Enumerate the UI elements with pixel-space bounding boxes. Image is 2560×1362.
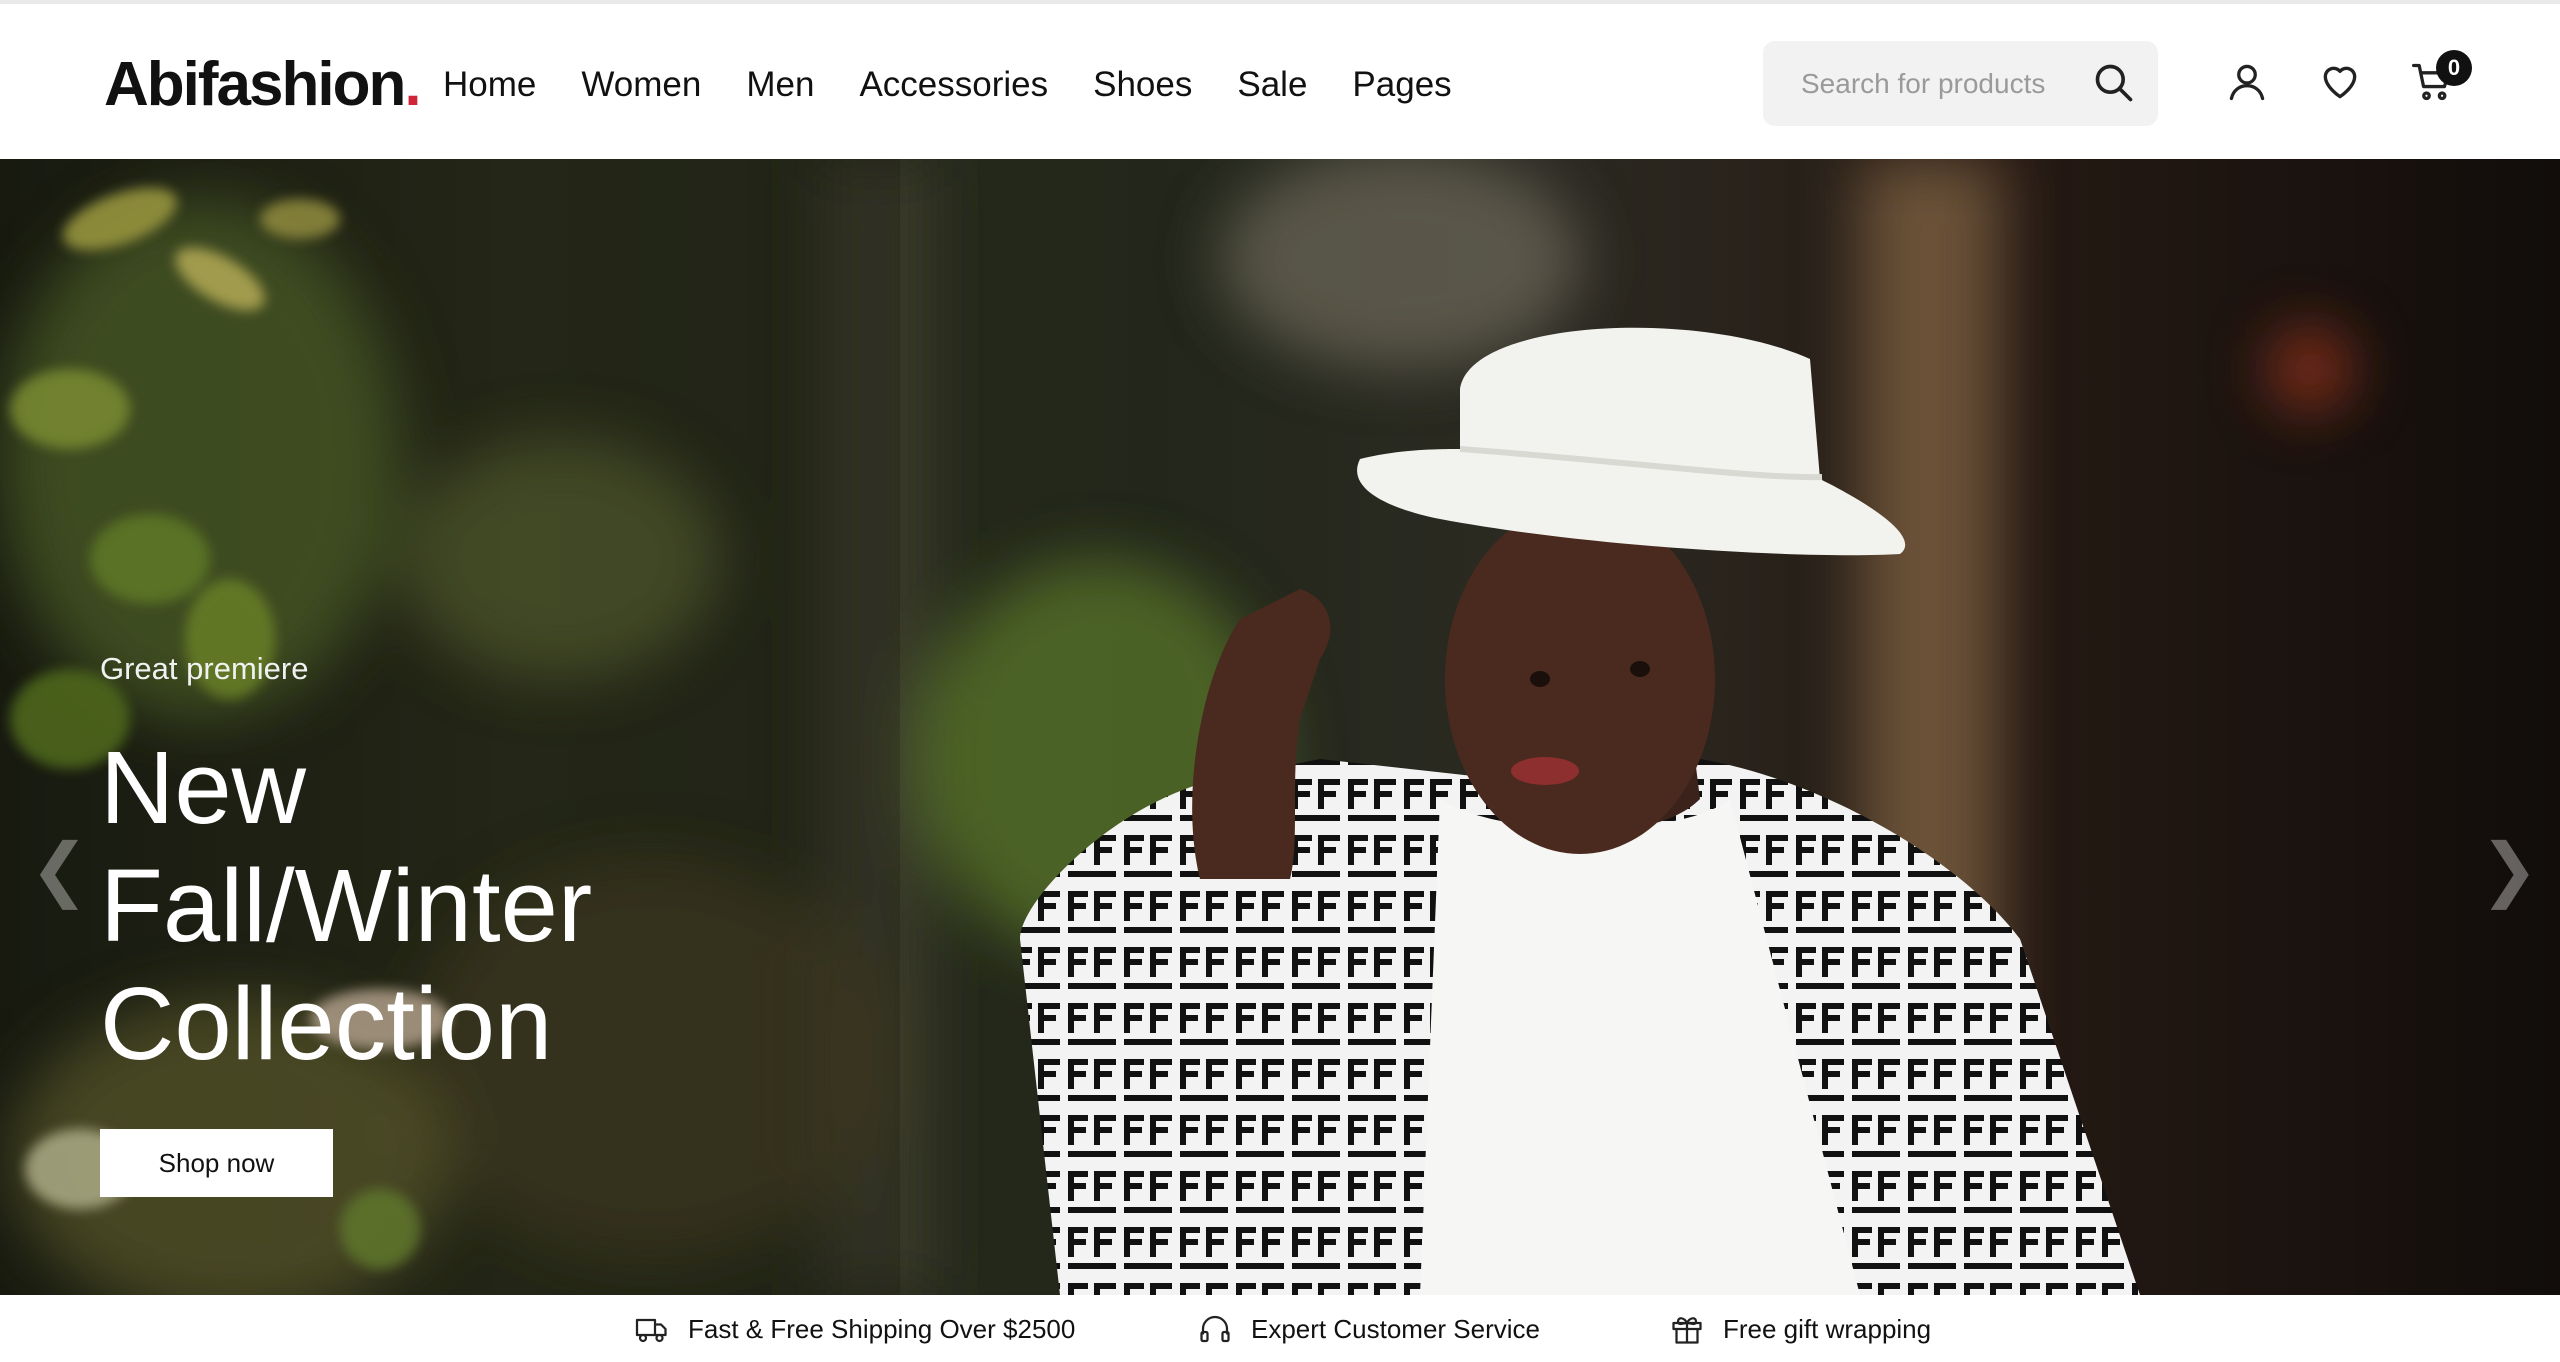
nav-men[interactable]: Men	[746, 60, 814, 110]
shop-now-button[interactable]: Shop now	[100, 1129, 333, 1197]
search-box	[1763, 41, 2158, 126]
nav-sale[interactable]: Sale	[1237, 60, 1307, 110]
hero-text: Great premiere New Fall/Winter Collectio…	[100, 649, 592, 1083]
features-bar: Fast & Free Shipping Over $2500 Expert C…	[0, 1295, 2560, 1362]
cart-count-badge: 0	[2436, 50, 2472, 86]
heart-icon[interactable]	[2318, 60, 2362, 104]
user-icon[interactable]	[2225, 60, 2269, 104]
hero-banner: ❮ ❯ Great premiere New Fall/Winter Colle…	[0, 159, 2560, 1295]
gift-icon	[1672, 1317, 1702, 1344]
brand-logo[interactable]: Abifashion.	[104, 48, 422, 122]
nav-shoes[interactable]: Shoes	[1093, 60, 1192, 110]
feature-service-label: Expert Customer Service	[1251, 1313, 1540, 1344]
hero-title-line-2: Fall/Winter	[100, 848, 593, 963]
hero-subtitle: Great premiere	[100, 651, 309, 686]
feature-gift: Free gift wrapping	[1669, 1309, 1931, 1349]
nav-women[interactable]: Women	[581, 60, 701, 110]
hero-title-line-3: Collection	[100, 966, 553, 1081]
slider-prev-arrow[interactable]: ❮	[30, 834, 89, 904]
hero-title-line-1: New	[100, 730, 307, 845]
search-input[interactable]	[1801, 67, 2101, 100]
headphones-icon	[1200, 1315, 1230, 1343]
feature-shipping-label: Fast & Free Shipping Over $2500	[688, 1313, 1076, 1344]
slider-next-arrow[interactable]: ❯	[2480, 834, 2539, 904]
hero-title: New Fall/Winter Collection	[100, 729, 592, 1083]
nav-pages[interactable]: Pages	[1352, 60, 1451, 110]
feature-service: Expert Customer Service	[1197, 1309, 1540, 1349]
nav-accessories[interactable]: Accessories	[859, 60, 1048, 110]
brand-name: Abifashion	[104, 50, 406, 119]
site-header: Abifashion. Home Women Men Accessories S…	[0, 4, 2560, 159]
main-nav: Home Women Men Accessories Shoes Sale Pa…	[443, 60, 1497, 110]
nav-home[interactable]: Home	[443, 60, 536, 110]
feature-gift-label: Free gift wrapping	[1723, 1313, 1932, 1344]
truck-icon	[635, 1318, 667, 1343]
search-icon[interactable]	[2092, 61, 2136, 105]
feature-shipping: Fast & Free Shipping Over $2500	[634, 1309, 1075, 1349]
brand-dot: .	[404, 50, 421, 119]
